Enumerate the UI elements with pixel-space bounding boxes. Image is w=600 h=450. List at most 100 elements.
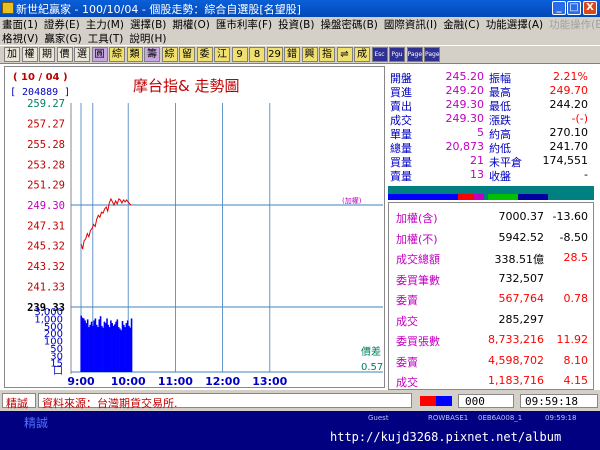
stats-label: 委賣 — [396, 355, 418, 369]
stats-change: 11.92 — [556, 333, 589, 346]
stats-label: 加權(含) — [396, 212, 438, 225]
quote-row: 總量 20,873 約低 241.70 — [388, 140, 594, 155]
quote-value-left: 245.20 — [445, 70, 485, 83]
toolbar-button-23[interactable]: Page — [406, 47, 423, 62]
stats-value: 338.51億 — [494, 253, 545, 266]
quote-value-right: 249.70 — [549, 84, 589, 97]
menu-item-0[interactable]: 畫面(1) — [2, 19, 38, 31]
toolbar-button-5[interactable]: 圓 — [91, 47, 108, 62]
reference-label: (加權) — [342, 196, 362, 205]
toolbar-button-12[interactable]: 江 — [214, 47, 230, 62]
footer-time: 09:59:18 — [545, 414, 577, 422]
toolbar-button-4[interactable]: 選 — [74, 47, 90, 62]
stats-value: 732,507 — [498, 271, 545, 285]
status-tag: 精誠 — [6, 397, 28, 410]
x-tick-label-1: 10:00 — [111, 375, 146, 387]
quote-value-right: 241.70 — [549, 140, 589, 153]
volume-tick-label-8: 口 — [53, 366, 63, 377]
stats-row: 委買筆數 732,507 — [388, 271, 594, 287]
stats-label: 成交 — [396, 376, 418, 389]
close-button[interactable]: X — [583, 1, 597, 15]
toolbar-button-11[interactable]: 委 — [196, 47, 213, 62]
quote-row: 單量 5 約高 270.10 — [388, 126, 594, 141]
quote-value-left: 249.20 — [445, 84, 485, 97]
stats-row: 加權(含) 7000.37 -13.60 — [388, 210, 594, 225]
toolbar-button-8[interactable]: 籌 — [144, 47, 160, 62]
toolbar-button-1[interactable]: 權 — [21, 47, 38, 62]
menu-item-6[interactable]: 投資(B) — [278, 19, 314, 31]
toolbar-button-16[interactable]: 錯 — [284, 47, 300, 62]
toolbar-button-0[interactable]: 加 — [4, 47, 20, 62]
maximize-button[interactable]: □ — [567, 1, 581, 15]
toolbar-button-10[interactable]: 留 — [179, 47, 195, 62]
footer-brand: 精誠 — [24, 416, 49, 430]
stats-change: -13.60 — [552, 210, 588, 223]
minimize-button[interactable]: _ — [552, 1, 566, 15]
stats-label: 加權(不) — [396, 232, 438, 246]
y-tick-label-5: 249.30 — [27, 200, 65, 212]
x-tick-label-2: 11:00 — [158, 375, 193, 387]
menu-item-row2-3[interactable]: 說明(H) — [129, 33, 166, 45]
toolbar-button-7[interactable]: 類 — [126, 47, 143, 62]
status-code: 000 — [465, 395, 485, 408]
menu-item-7[interactable]: 操盤密碼(B) — [320, 19, 377, 31]
quote-value-left: 249.30 — [445, 98, 485, 111]
stats-label: 委賣 — [396, 294, 418, 307]
menu-item-row2-0[interactable]: 格視(V) — [2, 33, 38, 45]
chart-volume: [ 204889 ] — [10, 87, 70, 98]
y-tick-label-4: 251.29 — [27, 180, 65, 192]
stats-change: 8.10 — [563, 353, 589, 367]
toolbar-button-24[interactable]: Page — [424, 47, 440, 62]
toolbar-button-22[interactable]: Pgu — [389, 47, 405, 62]
quote-label-left: 賣量 — [390, 170, 412, 183]
quote-value-left: 13 — [470, 168, 484, 181]
footer-session: 0EB6A008_1 — [478, 414, 523, 422]
menu-item-9[interactable]: 金融(C) — [443, 19, 480, 31]
toolbar-button-18[interactable]: 指 — [319, 47, 335, 62]
y-tick-label-8: 243.32 — [27, 261, 65, 273]
footer-url[interactable]: http://kujd3268.pixnet.net/album — [330, 430, 561, 444]
menu-item-row2-1[interactable]: 贏家(G) — [44, 33, 81, 45]
stats-label: 委買張數 — [396, 335, 440, 348]
toolbar-button-3[interactable]: 價 — [56, 47, 73, 62]
toolbar-button-14[interactable]: 8 — [249, 47, 265, 62]
toolbar-button-2[interactable]: 期 — [39, 47, 55, 62]
menu-item-3[interactable]: 選擇(B) — [130, 19, 166, 31]
quote-row: 買量 21 未平倉 174,551 — [388, 154, 594, 169]
toolbar-button-20[interactable]: 成 — [354, 47, 370, 62]
menu-item-2[interactable]: 主力(M) — [86, 19, 124, 31]
x-tick-label-3: 12:00 — [205, 375, 240, 387]
stats-row: 委買張數 8,733,216 11.92 — [388, 333, 594, 348]
toolbar-button-15[interactable]: 29 — [266, 47, 283, 62]
title-bar: 新世紀贏家 - 100/10/04 - 個股走勢：綜合自選股[名望股] _ □ … — [0, 0, 600, 17]
toolbar-button-17[interactable]: 興 — [301, 47, 318, 62]
toolbar: 加權期價選圓綜類籌綜留委江 9 8 29 錯興指 ⇌ 成 Esc Pgu Page Page — [0, 45, 600, 64]
status-message-box: 資料來源：台灣期貨交易所. — [38, 393, 412, 410]
menu-item-10[interactable]: 功能選擇(A) — [486, 19, 543, 31]
quote-row: 賣出 249.30 最低 244.20 — [388, 98, 594, 113]
menu-item-1[interactable]: 證券(E) — [44, 19, 80, 31]
quote-value-right: - — [584, 168, 588, 181]
quote-label-right: 收盤 — [489, 170, 511, 183]
quote-row: 開盤 245.20 振幅 2.21% — [388, 70, 594, 85]
status-clock: 09:59:18 — [525, 395, 578, 408]
menu-item-5[interactable]: 匯市利率(F) — [216, 19, 272, 31]
toolbar-button-13[interactable]: 9 — [231, 47, 248, 62]
status-tag-box: 精誠 — [2, 393, 36, 410]
footer-base: ROWBASE1 — [428, 414, 469, 422]
window-title: 新世紀贏家 - 100/10/04 - 個股走勢：綜合自選股[名望股] — [16, 3, 301, 16]
quote-value-right: -(-) — [571, 112, 588, 125]
menu-item-4[interactable]: 期權(O) — [172, 19, 209, 31]
quote-value-right: 270.10 — [549, 126, 589, 139]
toolbar-button-21[interactable]: Esc — [371, 47, 388, 62]
menu-item-row2-2[interactable]: 工具(T) — [88, 33, 124, 45]
toolbar-button-6[interactable]: 綜 — [109, 47, 125, 62]
toolbar-button-19[interactable]: ⇌ — [336, 47, 353, 62]
menu-item-8[interactable]: 國際資訊(I) — [384, 19, 437, 31]
app-icon — [2, 2, 14, 14]
diff-label: 價差 — [361, 345, 381, 358]
diff-value: 0.57 — [361, 362, 383, 373]
toolbar-button-9[interactable]: 綜 — [161, 47, 178, 62]
quote-row: 成交 249.30 漲跌 -(-) — [388, 112, 594, 127]
status-bar: 精誠 資料來源：台灣期貨交易所. 000 09:59:18 — [0, 391, 600, 411]
